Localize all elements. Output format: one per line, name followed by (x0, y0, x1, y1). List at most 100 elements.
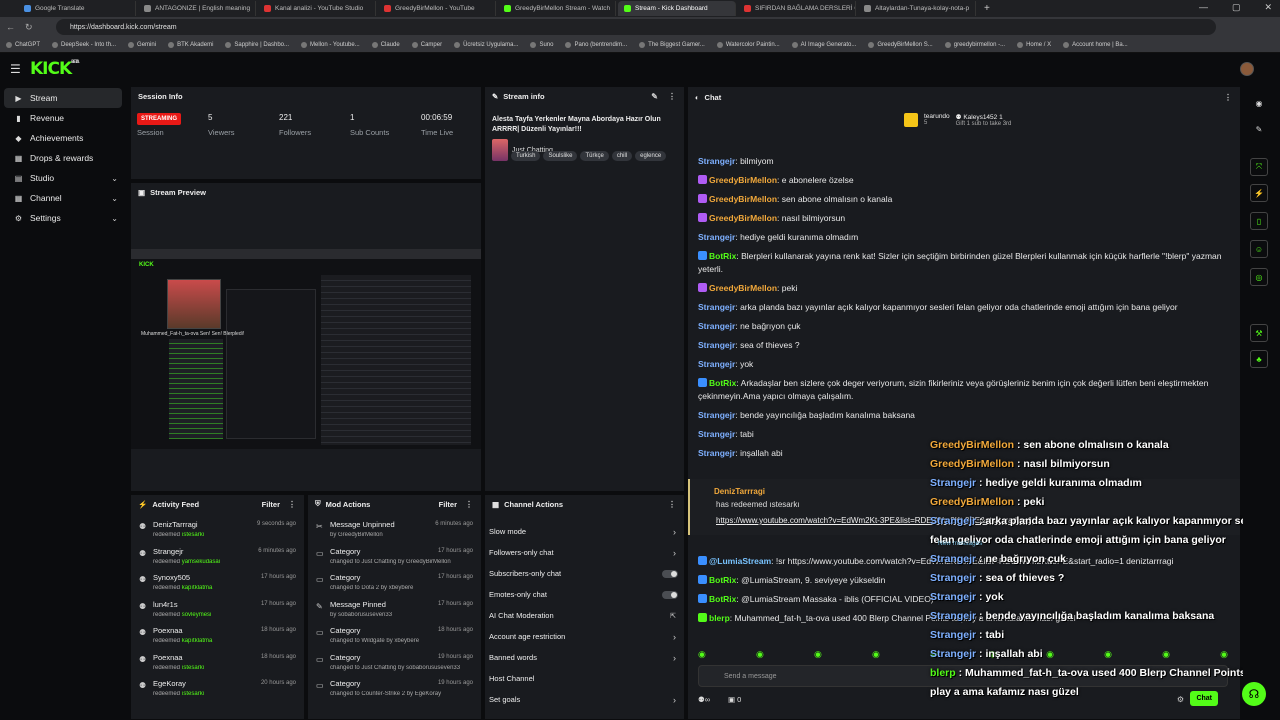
bookmark-item[interactable]: Suno (530, 41, 553, 48)
chevron-right-icon[interactable]: › (673, 548, 676, 558)
maximize-icon[interactable]: ▢ (1232, 2, 1241, 13)
chat-username[interactable]: Strangejr (698, 302, 735, 312)
more-icon[interactable]: ⋮ (288, 500, 296, 509)
bookmark-item[interactable]: DeepSeek - Into th... (52, 41, 116, 48)
channel-action-banned-words[interactable]: Banned words › (485, 647, 684, 668)
toolbar-icon[interactable]: ▯ (1250, 212, 1268, 230)
pencil-icon[interactable]: ✎ (651, 92, 658, 101)
channel-action-subscribers-only-chat[interactable]: Subscribers-only chat (485, 563, 684, 584)
sidebar-item-channel[interactable]: ▦ Channel ⌄ (4, 188, 122, 208)
chat-username[interactable]: Strangejr (698, 156, 735, 166)
browser-tab[interactable]: Stream - Kick Dashboard (618, 1, 736, 16)
bookmark-item[interactable]: Home / X (1017, 41, 1051, 48)
pinned-user[interactable]: DenizTarrragi (714, 487, 765, 496)
activity-item[interactable]: ⚉ Poexnaa redeemed kapıtklatma 18 hours ago (131, 623, 304, 650)
infinity-icon[interactable]: ⚉∞ (698, 695, 710, 704)
bookmark-item[interactable]: ChatGPT (6, 41, 40, 48)
channel-action-set-goals[interactable]: Set goals › (485, 689, 684, 710)
minimize-icon[interactable]: — (1199, 2, 1208, 13)
more-icon[interactable]: ⋮ (1224, 93, 1232, 102)
chat-username[interactable]: Strangejr (698, 232, 735, 242)
more-icon[interactable]: ⋮ (668, 92, 676, 101)
back-icon[interactable]: ← (6, 22, 15, 32)
stream-tag[interactable]: Türkçe (580, 151, 609, 161)
bookmark-item[interactable]: Camper (411, 41, 442, 48)
emote-icon[interactable]: ◉ (814, 649, 822, 660)
bookmark-item[interactable]: BTK Akademi (168, 41, 213, 48)
toolbar-icon[interactable]: ☺ (1250, 240, 1268, 258)
activity-item[interactable]: ⚉ EgeKoray redeemed ıstesarkı 20 hours ago (131, 676, 304, 703)
mod-action-item[interactable]: ▭ Category changed to Wildgate by xbeybere… (308, 623, 481, 650)
browser-tab[interactable]: GreedyBirMellon - YouTube (378, 1, 496, 16)
chat-username[interactable]: GreedyBirMellon (709, 213, 777, 223)
channel-action-slow-mode[interactable]: Slow mode › (485, 521, 684, 542)
browser-tab[interactable]: Google Translate (18, 1, 136, 16)
mod-action-item[interactable]: ✎ Message Pinned by sobaborususeven33 17 ho… (308, 597, 481, 624)
sidebar-item-drops-rewards[interactable]: ▦ Drops & rewards (4, 148, 122, 168)
stream-tag[interactable]: Soulslike (543, 151, 578, 161)
toolbar-icon[interactable]: ◎ (1250, 268, 1268, 286)
browser-tab[interactable]: Kanal analizi - YouTube Studio (258, 1, 376, 16)
close-icon[interactable]: ✕ (1264, 2, 1272, 13)
chat-username[interactable]: Strangejr (698, 410, 735, 420)
activity-item[interactable]: ⚉ DenizTarrragi redeemed ıstesarkı 9 second… (131, 517, 304, 544)
chat-username[interactable]: @LumiaStream (709, 556, 771, 566)
sidebar-item-revenue[interactable]: ▮ Revenue (4, 108, 122, 128)
chevron-down-icon[interactable]: ⌄ (111, 194, 118, 203)
bookmark-item[interactable]: Account home | Ba... (1063, 41, 1128, 48)
chat-username[interactable]: Strangejr (698, 359, 735, 369)
bookmark-item[interactable]: Mellon - Youtube... (301, 41, 360, 48)
bookmark-item[interactable]: The Biggest Gamer... (639, 41, 705, 48)
emote-icon[interactable]: ◉ (756, 649, 764, 660)
toolbar-icon[interactable]: ◉ (1250, 94, 1268, 112)
stream-preview-video[interactable]: KICK Muhammed_Fat-h_ta-ova Sen! Sen! Ble… (131, 249, 481, 449)
chat-username[interactable]: blerp (709, 613, 730, 623)
channel-action-host-channel[interactable]: Host Channel (485, 668, 684, 689)
chat-username[interactable]: Strangejr (698, 340, 735, 350)
sidebar-item-settings[interactable]: ⚙ Settings ⌄ (4, 208, 122, 228)
bookmark-item[interactable]: Sapphire | Dashbo... (225, 41, 289, 48)
browser-tab[interactable]: ANTAGONIZE | English meaning (138, 1, 256, 16)
chat-username[interactable]: BotRix (709, 575, 736, 585)
more-icon[interactable]: ⋮ (465, 500, 473, 509)
mod-action-item[interactable]: ▭ Category changed to Counter-Strike 2 by … (308, 676, 481, 703)
activity-item[interactable]: ⚉ Synoxy505 redeemed kapıtklatma 17 hours a… (131, 570, 304, 597)
chat-username[interactable]: GreedyBirMellon (709, 194, 777, 204)
toolbar-icon[interactable]: ✎ (1250, 120, 1268, 138)
channel-action-account-age-restriction[interactable]: Account age restriction › (485, 626, 684, 647)
chat-username[interactable]: BotRix (709, 378, 736, 388)
chevron-right-icon[interactable]: › (673, 653, 676, 663)
refresh-icon[interactable]: ↻ (25, 22, 33, 33)
bookmark-item[interactable]: Claude (371, 41, 400, 48)
new-messages-indicator[interactable]: New messages (938, 540, 982, 547)
url-field[interactable]: https://dashboard.kick.com/stream (56, 19, 1216, 35)
toolbar-icon[interactable]: ⚒ (1250, 324, 1268, 342)
activity-item[interactable]: ⚉ Poexnaa redeemed ıstesarkı 18 hours ago (131, 650, 304, 677)
toolbar-icon[interactable]: ♣ (1250, 350, 1268, 368)
chat-username[interactable]: Strangejr (698, 321, 735, 331)
chat-username[interactable]: Strangejr (698, 448, 735, 458)
bookmark-item[interactable]: greedybirmellon -... (944, 41, 1005, 48)
mod-action-item[interactable]: ✂ Message Unpinned by GreedyBirMellon 6 min… (308, 517, 481, 544)
bookmark-item[interactable]: AI Image Generato... (791, 41, 856, 48)
chevron-right-icon[interactable]: › (673, 695, 676, 705)
new-tab-icon[interactable]: + (978, 3, 996, 14)
chat-username[interactable]: GreedyBirMellon (709, 283, 777, 293)
mod-action-item[interactable]: ▭ Category changed to Just Chatting by Gre… (308, 544, 481, 571)
sidebar-item-stream[interactable]: ▶ Stream (4, 88, 122, 108)
sidebar-item-studio[interactable]: ▤ Studio ⌄ (4, 168, 122, 188)
external-link-icon[interactable]: ⇱ (670, 612, 676, 620)
mod-action-item[interactable]: ▭ Category changed to Just Chatting by sob… (308, 650, 481, 677)
channel-action-ai-chat-moderation[interactable]: AI Chat Moderation ⇱ (485, 605, 684, 626)
stream-tag[interactable]: eglence (635, 151, 667, 161)
chat-username[interactable]: BotRix (709, 251, 736, 261)
chat-username[interactable]: Strangejr (698, 429, 735, 439)
chevron-down-icon[interactable]: ⌄ (111, 174, 118, 183)
activity-item[interactable]: ⚉ lun4r1s redeemed sovleymesi 17 hours ago (131, 597, 304, 624)
kick-logo[interactable]: KICKBETA (30, 59, 79, 79)
toolbar-icon[interactable]: ⚡ (1250, 184, 1268, 202)
browser-tab[interactable]: Altaylardan-Tunaya-kolay-nota-p (858, 1, 976, 16)
filter-button[interactable]: Filter (439, 500, 457, 509)
channel-action-followers-only-chat[interactable]: Followers-only chat › (485, 542, 684, 563)
mod-action-item[interactable]: ▭ Category changed to Dota 2 by xbeybere 17… (308, 570, 481, 597)
